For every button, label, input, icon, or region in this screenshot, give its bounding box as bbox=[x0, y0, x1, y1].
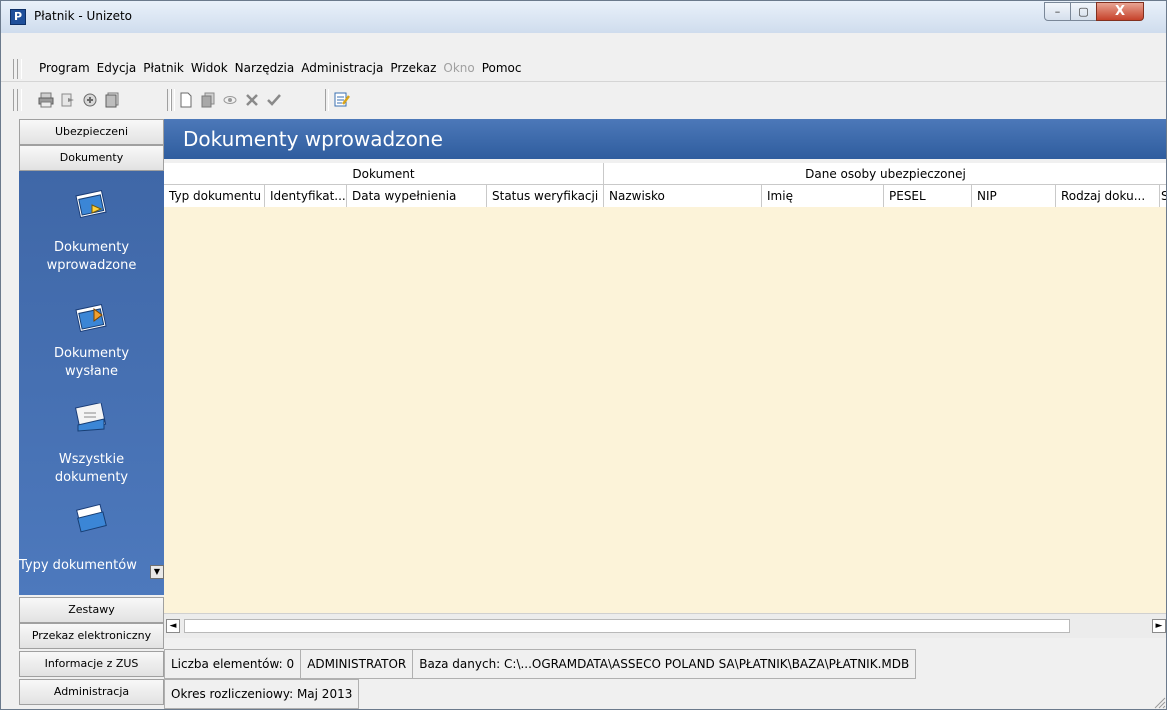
sidebar-item-label: Dokumenty bbox=[53, 346, 130, 361]
print-icon[interactable] bbox=[37, 91, 55, 109]
column-header-status-weryfikacji[interactable]: Status weryfikacji bbox=[487, 185, 604, 207]
status-user: ADMINISTRATOR bbox=[301, 649, 414, 679]
maximize-icon: ▢ bbox=[1078, 5, 1089, 18]
documents-icon[interactable] bbox=[103, 91, 121, 109]
toolbar-group-2 bbox=[177, 91, 283, 109]
documents-entered-icon[interactable] bbox=[74, 189, 108, 219]
column-header-imie[interactable]: Imię bbox=[762, 185, 884, 207]
sidebar-tab-informacje-z-zus[interactable]: Informacje z ZUS bbox=[19, 651, 164, 677]
export-icon[interactable] bbox=[59, 91, 77, 109]
window-title: Płatnik - Unizeto bbox=[34, 9, 133, 23]
edit-document-icon[interactable] bbox=[333, 91, 351, 109]
sidebar-item-label: Wszystkie bbox=[58, 452, 125, 467]
toolbar-separator-2 bbox=[171, 89, 175, 111]
sidebar-tab-administracja[interactable]: Administracja bbox=[19, 679, 164, 705]
view-icon[interactable] bbox=[221, 91, 239, 109]
menu-items: Program Edycja Płatnik Widok Narzędzia Admini… bbox=[39, 61, 529, 75]
sidebar-item-dokumenty-wyslane[interactable]: Dokumenty wysłane bbox=[19, 345, 164, 381]
documents-sent-icon[interactable] bbox=[74, 303, 108, 333]
status-bar-row-1: Liczba elementów: 0 ADMINISTRATOR Baza d… bbox=[164, 649, 917, 679]
toolbar-group-1 bbox=[37, 91, 121, 109]
status-database: Baza danych: C:\...OGRAMDATA\ASSECO POLA… bbox=[413, 649, 917, 679]
main-content: Dokumenty wprowadzone Dokument Dane osob… bbox=[164, 119, 1166, 709]
menu-item-program[interactable]: Program bbox=[39, 61, 90, 75]
sidebar-tab-zestawy[interactable]: Zestawy bbox=[19, 597, 164, 623]
sidebar-tab-przekaz-elektroniczny[interactable]: Przekaz elektroniczny bbox=[19, 623, 164, 649]
close-icon: X bbox=[1114, 4, 1126, 19]
toolbar-group-3 bbox=[333, 91, 351, 109]
sidebar-item-label: Typy dokumentów bbox=[19, 558, 137, 573]
sidebar-tab-dokumenty[interactable]: Dokumenty bbox=[19, 145, 164, 171]
page-title: Dokumenty wprowadzone bbox=[183, 127, 443, 151]
title-bar: P Płatnik - Unizeto – ▢ X bbox=[1, 1, 1166, 33]
app-logo-icon: P bbox=[10, 9, 26, 25]
delete-icon[interactable] bbox=[243, 91, 261, 109]
menu-item-p-atnik[interactable]: Płatnik bbox=[143, 61, 184, 75]
sidebar-tab-ubezpieczeni[interactable]: Ubezpieczeni bbox=[19, 119, 164, 145]
sidebar-item-label: Dokumenty bbox=[53, 240, 130, 255]
menu-item-przekaz[interactable]: Przekaz bbox=[390, 61, 436, 75]
column-header-identyfikator[interactable]: Identyfikat... bbox=[265, 185, 347, 207]
close-button[interactable]: X bbox=[1096, 2, 1144, 21]
documents-table-body[interactable] bbox=[164, 207, 1166, 613]
scroll-right-button[interactable]: ► bbox=[1152, 619, 1166, 633]
table-header: Typ dokumentu Identyfikat... Data wypełn… bbox=[164, 185, 1166, 208]
application-window: P Płatnik - Unizeto – ▢ X Program Edycja P… bbox=[0, 0, 1167, 710]
column-header-pesel[interactable]: PESEL bbox=[884, 185, 972, 207]
verify-check-icon[interactable] bbox=[265, 91, 283, 109]
maximize-button[interactable]: ▢ bbox=[1070, 2, 1097, 21]
new-document-icon[interactable] bbox=[177, 91, 195, 109]
menu-item-edycja[interactable]: Edycja bbox=[97, 61, 137, 75]
sidebar-documents-panel: Dokumenty wprowadzone Dokumenty wysłane … bbox=[19, 171, 164, 595]
menu-item-okno: Okno bbox=[443, 61, 475, 75]
import-icon[interactable] bbox=[81, 91, 99, 109]
menu-item-widok[interactable]: Widok bbox=[191, 61, 228, 75]
content-header: Dokumenty wprowadzone bbox=[164, 119, 1166, 159]
resize-grip-icon[interactable] bbox=[1152, 695, 1166, 709]
document-types-icon[interactable] bbox=[74, 503, 108, 533]
sidebar: Ubezpieczeni Dokumenty Dokumenty wprowad… bbox=[19, 119, 164, 709]
toolbar-grip-2 bbox=[17, 89, 22, 111]
sidebar-item-wszystkie-dokumenty[interactable]: Wszystkie dokumenty bbox=[19, 451, 164, 487]
scrollbar-track[interactable] bbox=[184, 619, 1070, 633]
column-header-nip[interactable]: NIP bbox=[972, 185, 1056, 207]
status-element-count: Liczba elementów: 0 bbox=[164, 649, 302, 679]
copy-document-icon[interactable] bbox=[199, 91, 217, 109]
menu-item-narz-dzia[interactable]: Narzędzia bbox=[235, 61, 295, 75]
sidebar-item-dokumenty-wprowadzone[interactable]: Dokumenty wprowadzone bbox=[19, 239, 164, 275]
toolbar-separator-3 bbox=[325, 89, 329, 111]
column-header-truncated[interactable]: S bbox=[1160, 185, 1166, 207]
column-header-typ-dokumentu[interactable]: Typ dokumentu bbox=[164, 185, 265, 207]
column-header-rodzaj-dokumentu[interactable]: Rodzaj doku... bbox=[1056, 185, 1160, 207]
all-documents-icon[interactable] bbox=[74, 403, 108, 433]
scroll-left-button[interactable]: ◄ bbox=[166, 619, 180, 633]
sidebar-item-label: wysłane bbox=[65, 364, 118, 379]
sidebar-item-typy-dokumentow[interactable]: Typy dokumentów bbox=[19, 557, 159, 575]
column-header-data-wypelnienia[interactable]: Data wypełnienia bbox=[347, 185, 487, 207]
sidebar-item-label: dokumenty bbox=[54, 470, 129, 485]
menu-item-administracja[interactable]: Administracja bbox=[301, 61, 383, 75]
minimize-icon: – bbox=[1054, 5, 1061, 18]
column-group-dokument: Dokument bbox=[164, 163, 604, 185]
sidebar-scroll-down-button[interactable]: ▼ bbox=[150, 565, 164, 579]
status-bar-row-2: Okres rozliczeniowy: Maj 2013 bbox=[164, 679, 360, 709]
minimize-button[interactable]: – bbox=[1044, 2, 1071, 21]
sidebar-item-label: wprowadzone bbox=[46, 258, 137, 273]
column-group-dane-osoby: Dane osoby ubezpieczonej bbox=[604, 163, 1166, 185]
toolbar bbox=[1, 85, 1166, 115]
menu-bar-grip-2 bbox=[17, 59, 22, 79]
menu-item-pomoc[interactable]: Pomoc bbox=[482, 61, 522, 75]
column-header-nazwisko[interactable]: Nazwisko bbox=[604, 185, 762, 207]
status-billing-period: Okres rozliczeniowy: Maj 2013 bbox=[164, 679, 360, 709]
horizontal-scrollbar[interactable]: ◄ ► bbox=[164, 613, 1166, 638]
